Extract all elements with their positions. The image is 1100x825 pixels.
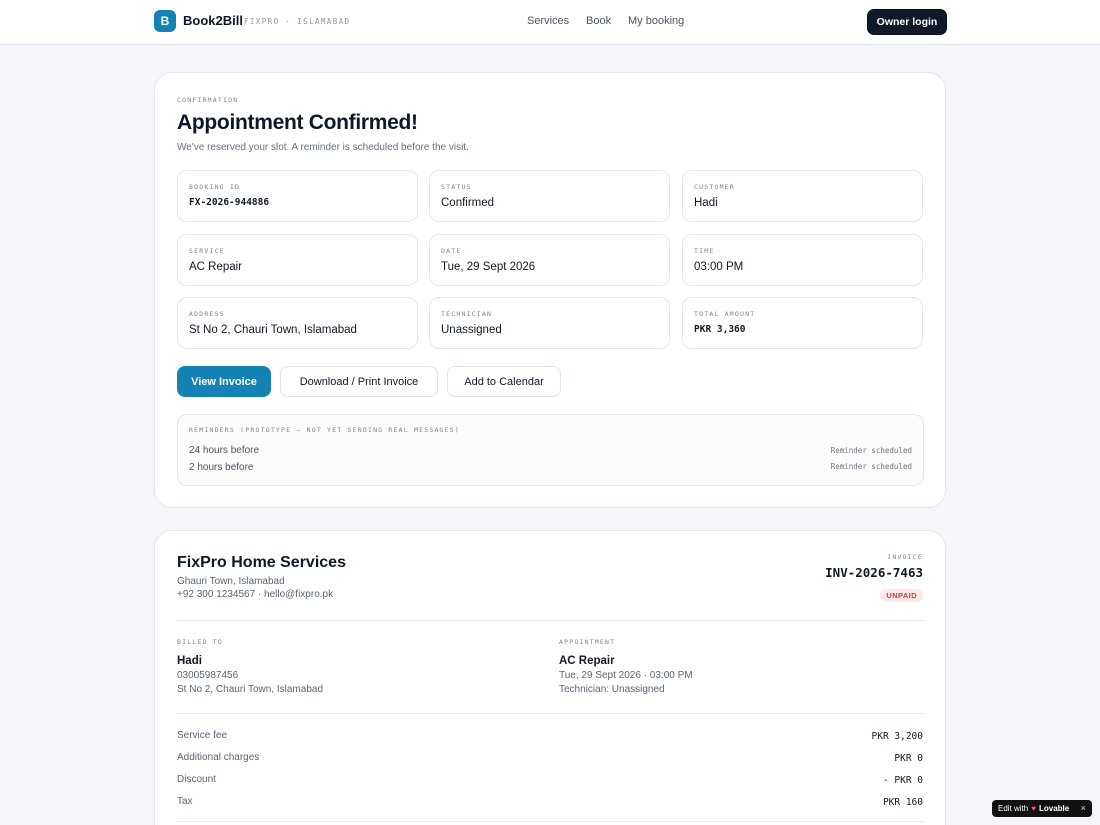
customer-tile: CUSTOMER Hadi [682, 170, 923, 222]
close-icon[interactable]: × [1081, 803, 1086, 813]
time-tile: TIME 03:00 PM [682, 234, 923, 286]
download-print-invoice-button[interactable]: Download / Print Invoice [280, 366, 438, 397]
reminders-panel: REMINDERS (PROTOTYPE — NOT YET SENDING R… [177, 414, 924, 486]
date-tile: DATE Tue, 29 Sept 2026 [429, 234, 670, 286]
address-value: St No 2, Chauri Town, Islamabad [189, 324, 357, 336]
divider [177, 821, 924, 822]
billed-to-name: Hadi [177, 655, 202, 667]
confirmation-subtitle: We've reserved your slot. A reminder is … [177, 142, 469, 153]
divider [177, 713, 924, 714]
confirmation-card: CONFIRMATION Appointment Confirmed! We'v… [154, 72, 946, 508]
customer-value: Hadi [694, 197, 718, 209]
time-value: 03:00 PM [694, 261, 744, 273]
appointment-datetime: Tue, 29 Sept 2026 · 03:00 PM [559, 670, 693, 681]
line-item-label: Additional charges [177, 752, 260, 763]
appointment-service: AC Repair [559, 655, 615, 667]
tile-label: TECHNICIAN [441, 310, 493, 318]
status-badge: UNPAID [880, 589, 923, 602]
reminder-status: Reminder scheduled [830, 462, 912, 471]
tile-label: DATE [441, 247, 462, 255]
tile-label: BOOKING ID [189, 183, 241, 191]
business-address: Ghauri Town, Islamabad [177, 576, 285, 587]
confirmation-eyebrow: CONFIRMATION [177, 96, 239, 104]
line-item-label: Discount [177, 774, 216, 785]
reminders-title: REMINDERS (PROTOTYPE — NOT YET SENDING R… [189, 426, 461, 434]
tile-label: TOTAL AMOUNT [694, 310, 756, 318]
tile-label: STATUS [441, 183, 472, 191]
line-item-amount: PKR 0 [894, 753, 923, 764]
heart-icon: ♥ [1031, 804, 1036, 813]
billed-to-phone: 03005987456 [177, 670, 239, 681]
service-tile: SERVICE AC Repair [177, 234, 418, 286]
divider [177, 620, 924, 621]
top-navbar: B Book2Bill FIXPRO · ISLAMABAD Services … [0, 0, 1100, 45]
tile-label: CUSTOMER [694, 183, 735, 191]
appointment-technician: Technician: Unassigned [559, 684, 665, 695]
brand-subtitle: FIXPRO · ISLAMABAD [244, 17, 351, 26]
view-invoice-button[interactable]: View Invoice [177, 366, 271, 397]
tile-label: ADDRESS [189, 310, 225, 318]
billed-to-address: St No 2, Chauri Town, Islamabad [177, 684, 324, 695]
line-item-label: Service fee [177, 730, 228, 741]
nav-link-my-booking[interactable]: My booking [628, 15, 684, 27]
invoice-number: INV-2026-7463 [825, 565, 923, 580]
service-value: AC Repair [189, 261, 243, 273]
brand-logo-icon[interactable]: B [154, 10, 176, 32]
line-item-amount: PKR 160 [882, 797, 923, 808]
add-to-calendar-button[interactable]: Add to Calendar [447, 366, 561, 397]
billed-to-label: BILLED TO [177, 638, 224, 646]
invoice-card: FixPro Home Services Ghauri Town, Islama… [154, 530, 946, 825]
badge-prefix: Edit with [998, 804, 1029, 813]
total-amount-value: PKR 3,360 [694, 324, 746, 335]
line-item-label: Tax [177, 796, 193, 807]
page-title: Appointment Confirmed! [177, 111, 418, 134]
invoice-label: INVOICE [887, 553, 923, 561]
reminder-label: 24 hours before [189, 445, 260, 456]
status-value: Confirmed [441, 197, 495, 209]
tile-label: SERVICE [189, 247, 225, 255]
reminder-label: 2 hours before [189, 462, 254, 473]
booking-id-value: FX-2026-944886 [189, 197, 270, 208]
edit-with-lovable-badge[interactable]: Edit with ♥ Lovable × [992, 800, 1092, 817]
line-item-amount: PKR 3,200 [871, 731, 923, 742]
badge-brand: Lovable [1038, 804, 1070, 813]
appointment-label: APPOINTMENT [559, 638, 616, 646]
total-amount-tile: TOTAL AMOUNT PKR 3,360 [682, 297, 923, 349]
nav-link-services[interactable]: Services [527, 15, 569, 27]
status-tile: STATUS Confirmed [429, 170, 670, 222]
line-item-amount: - PKR 0 [882, 775, 923, 786]
technician-tile: TECHNICIAN Unassigned [429, 297, 670, 349]
business-name: FixPro Home Services [177, 554, 346, 571]
date-value: Tue, 29 Sept 2026 [441, 261, 536, 273]
nav-link-book[interactable]: Book [586, 15, 611, 27]
address-tile: ADDRESS St No 2, Chauri Town, Islamabad [177, 297, 418, 349]
technician-value: Unassigned [441, 324, 502, 336]
reminder-status: Reminder scheduled [830, 446, 912, 455]
business-contact: +92 300 1234567 · hello@fixpro.pk [177, 589, 334, 600]
owner-login-button[interactable]: Owner login [868, 10, 946, 34]
booking-id-tile: BOOKING ID FX-2026-944886 [177, 170, 418, 222]
brand-name[interactable]: Book2Bill [183, 13, 243, 28]
tile-label: TIME [694, 247, 715, 255]
